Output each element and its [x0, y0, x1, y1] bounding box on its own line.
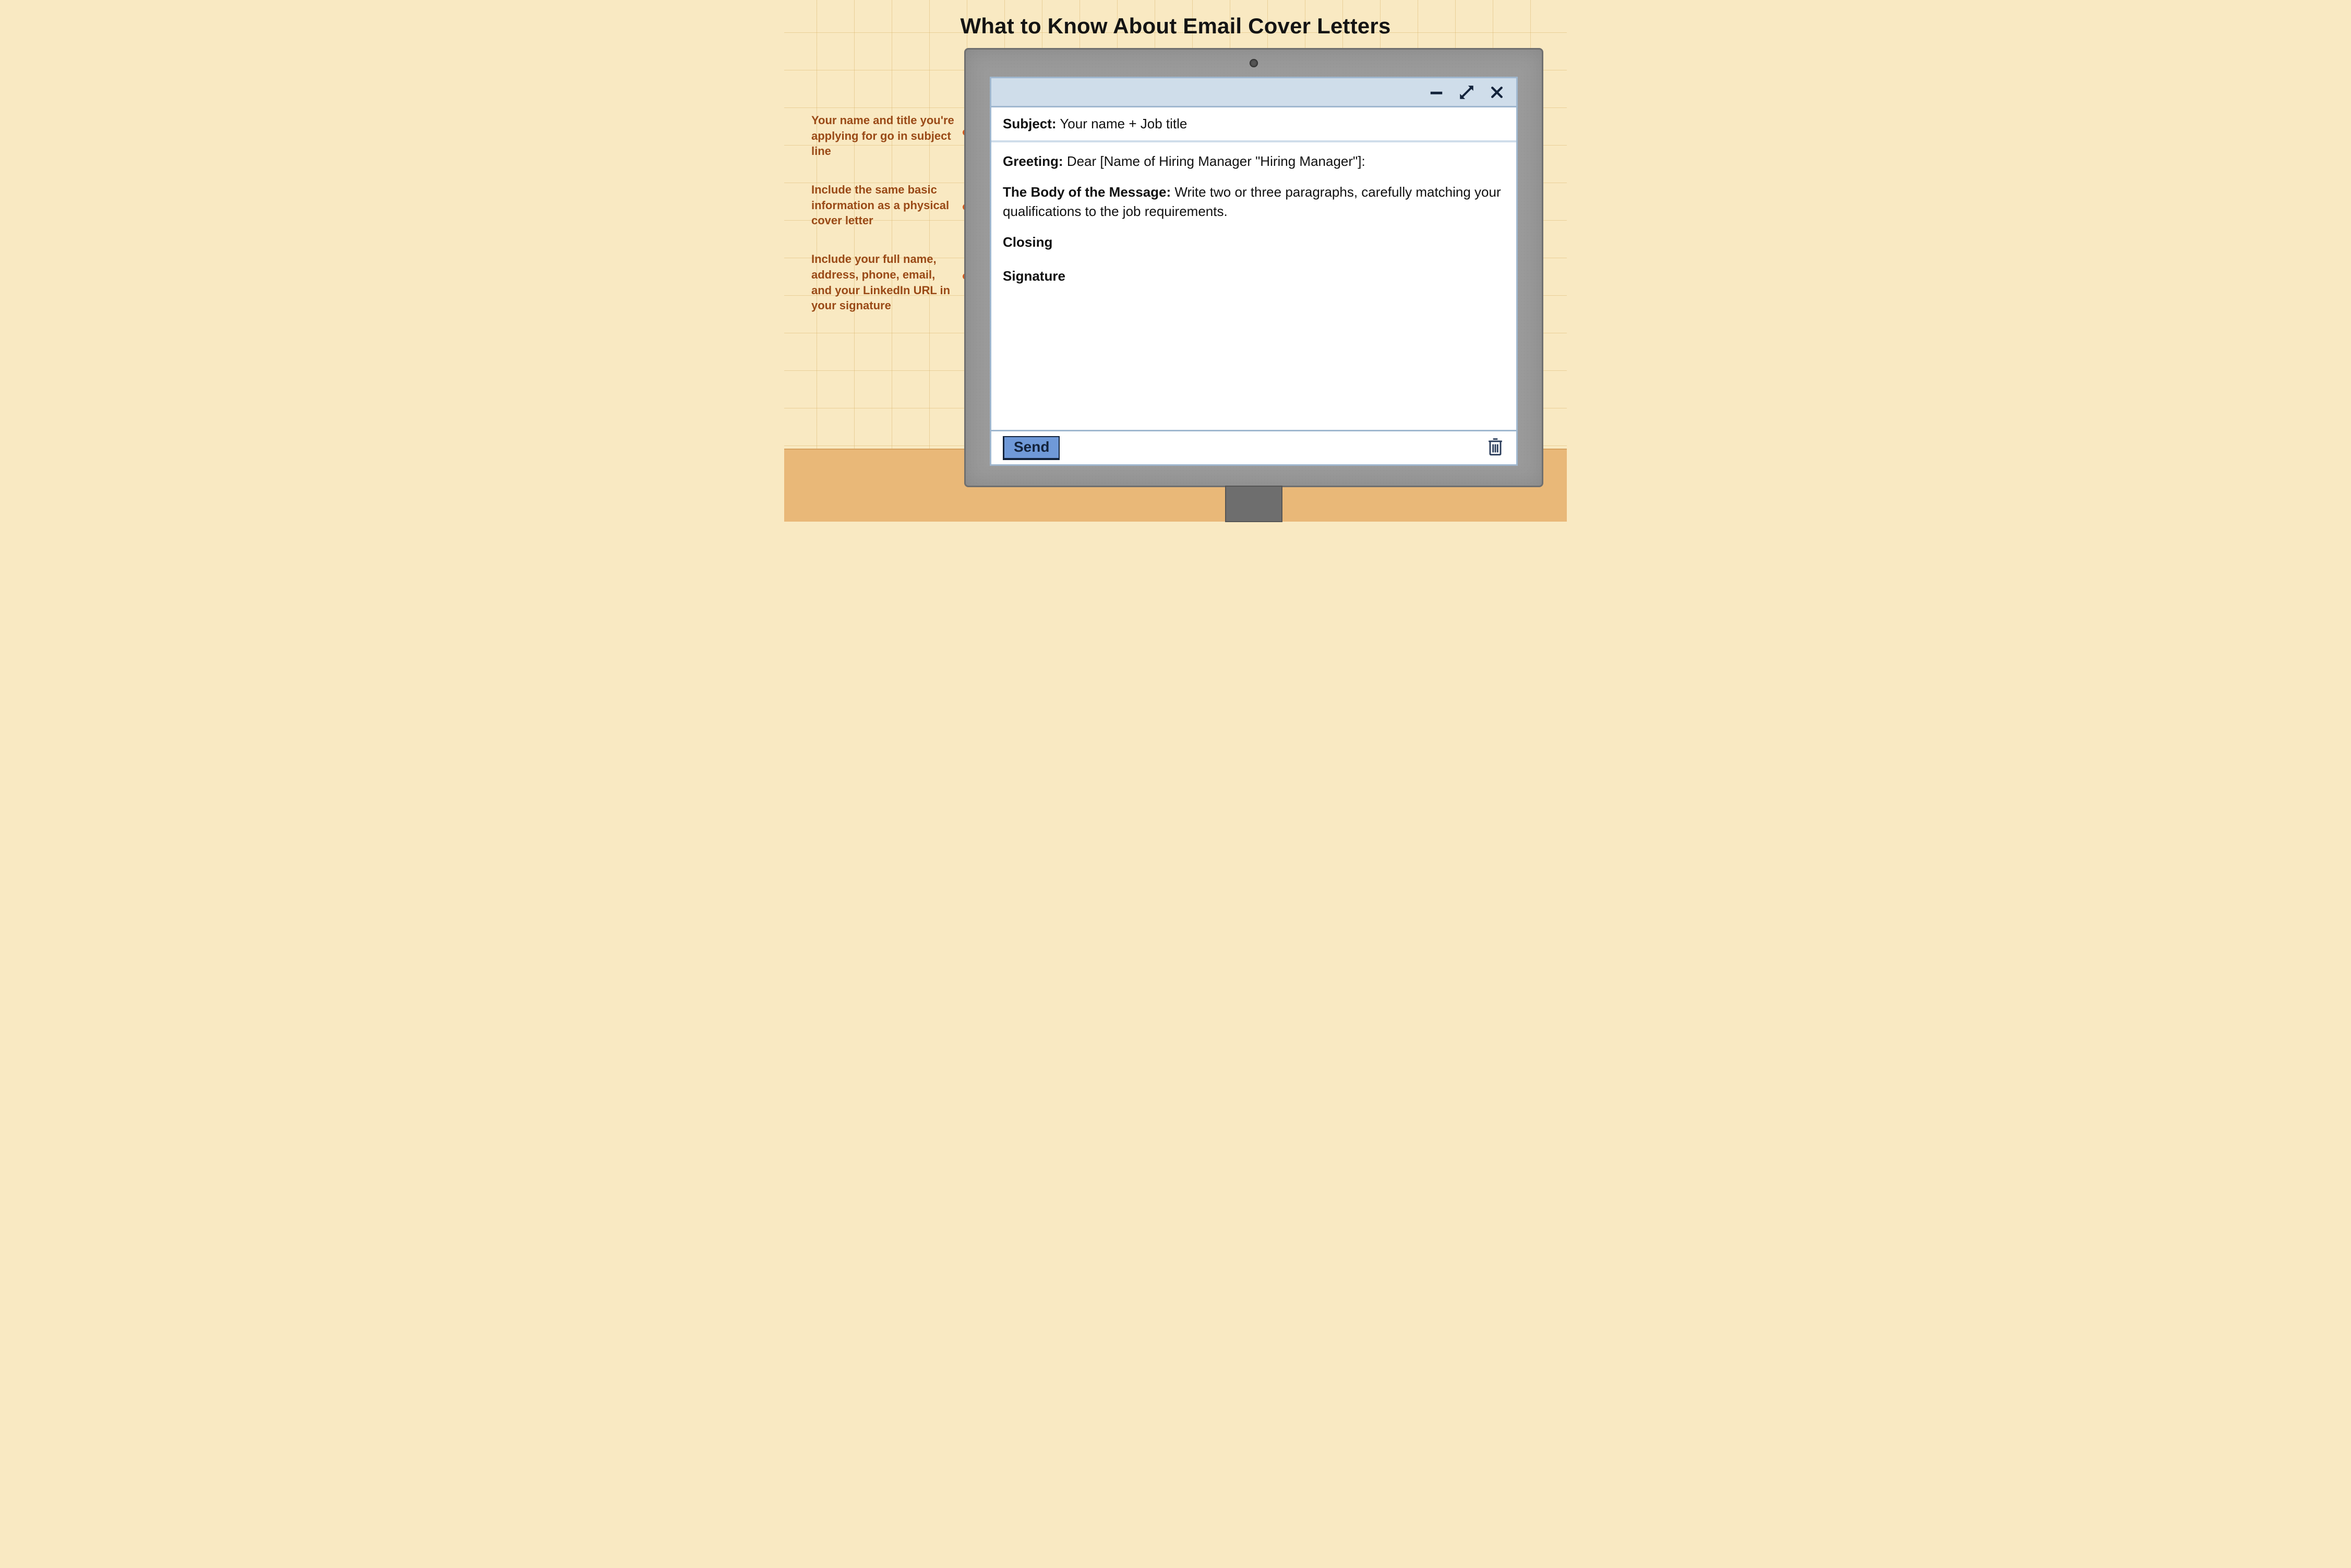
window-titlebar	[991, 78, 1516, 107]
monitor-stand	[1225, 486, 1282, 522]
camera-dot	[1250, 59, 1258, 67]
window-footer: Send	[991, 430, 1516, 464]
minimize-icon[interactable]	[1429, 85, 1444, 100]
greeting-label: Greeting:	[1003, 153, 1063, 169]
annotation-column: Your name and title you're applying for …	[811, 113, 957, 336]
closing-label: Closing	[1003, 233, 1505, 252]
subject-row[interactable]: Subject: Your name + Job title	[991, 107, 1516, 142]
body-label: The Body of the Message:	[1003, 184, 1171, 200]
annotation-text: Include the same basic information as a …	[811, 183, 949, 227]
body-line: The Body of the Message: Write two or th…	[1003, 183, 1505, 221]
subject-value: Your name + Job title	[1060, 116, 1187, 131]
close-icon[interactable]	[1489, 85, 1505, 100]
annotation-text: Include your full name, address, phone, …	[811, 252, 950, 312]
trash-icon[interactable]	[1486, 436, 1505, 460]
email-compose-window: Subject: Your name + Job title Greeting:…	[990, 77, 1518, 466]
monitor-frame: Subject: Your name + Job title Greeting:…	[964, 48, 1543, 487]
subject-label: Subject:	[1003, 116, 1057, 131]
annotation-text: Your name and title you're applying for …	[811, 114, 954, 158]
expand-icon[interactable]	[1458, 83, 1476, 101]
greeting-value: Dear [Name of Hiring Manager "Hiring Man…	[1067, 153, 1365, 169]
annotation-signature: Include your full name, address, phone, …	[811, 251, 957, 313]
send-button[interactable]: Send	[1003, 436, 1060, 460]
annotation-subject-line: Your name and title you're applying for …	[811, 113, 957, 159]
signature-label: Signature	[1003, 267, 1505, 286]
greeting-line: Greeting: Dear [Name of Hiring Manager "…	[1003, 152, 1505, 171]
page-title: What to Know About Email Cover Letters	[784, 14, 1567, 39]
email-body[interactable]: Greeting: Dear [Name of Hiring Manager "…	[991, 142, 1516, 414]
annotation-body-info: Include the same basic information as a …	[811, 182, 957, 228]
